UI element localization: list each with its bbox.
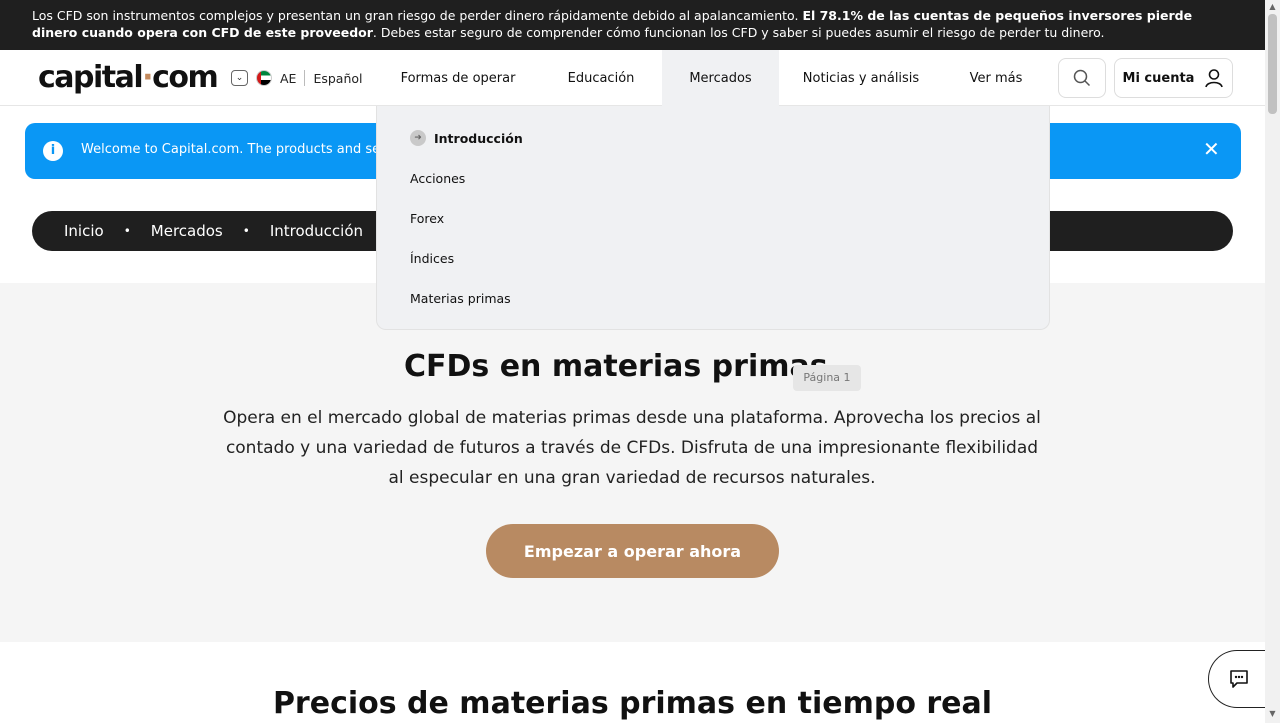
dropdown-item-introduccion[interactable]: ➜ Introducción <box>410 130 523 146</box>
mercados-dropdown-menu: ➜ Introducción Acciones Forex Índices Ma… <box>376 106 1050 330</box>
dropdown-item-forex[interactable]: Forex <box>410 211 444 226</box>
logo-text: capital <box>38 60 144 95</box>
account-button[interactable]: Mi cuenta <box>1114 58 1233 98</box>
breadcrumb-separator: • <box>242 224 250 238</box>
section-title: Precios de materias primas en tiempo rea… <box>272 686 993 721</box>
chat-icon <box>1229 670 1248 688</box>
scroll-down-icon[interactable]: ▼ <box>1268 709 1277 718</box>
logo-dot: · <box>142 60 153 95</box>
chevron-down-icon[interactable]: ⌄ <box>231 70 248 86</box>
site-header: capital·com ⌄ AE Español Formas de opera… <box>0 50 1265 106</box>
dropdown-item-materias-primas[interactable]: Materias primas <box>410 291 511 306</box>
language-label[interactable]: Español <box>313 71 362 86</box>
nav-noticias[interactable]: Noticias y análisis <box>800 50 922 106</box>
risk-warning-text-end: . Debes estar seguro de comprender cómo … <box>372 25 1105 40</box>
breadcrumb-introduccion[interactable]: Introducción <box>270 222 363 240</box>
page-badge: Página 1 <box>793 365 861 391</box>
capital-logo[interactable]: capital·com <box>38 60 219 95</box>
search-button[interactable] <box>1058 58 1106 98</box>
hero-section: CFDs en materias primas Página 1 Opera e… <box>0 283 1265 642</box>
region-code: AE <box>280 70 297 86</box>
arrow-right-icon: ➜ <box>410 130 426 146</box>
page-title: CFDs en materias primas <box>404 349 828 384</box>
chat-button[interactable] <box>1208 650 1268 708</box>
hero-description: Opera en el mercado global de materias p… <box>223 408 1041 488</box>
divider <box>304 70 306 86</box>
breadcrumb-inicio[interactable]: Inicio <box>64 222 104 240</box>
notice-text: Welcome to Capital.com. The products and… <box>81 142 404 157</box>
search-icon <box>1073 69 1091 87</box>
nav-educacion[interactable]: Educación <box>560 50 642 106</box>
dropdown-item-label: Introducción <box>434 130 523 146</box>
nav-formas-de-operar[interactable]: Formas de operar <box>396 50 520 106</box>
scrollbar-thumb[interactable] <box>1268 14 1277 114</box>
account-label: Mi cuenta <box>1122 70 1195 86</box>
page-scrollbar[interactable]: ▲ ▼ <box>1265 0 1280 723</box>
uae-flag-icon <box>256 70 272 86</box>
close-icon[interactable]: ✕ <box>1203 137 1220 161</box>
dropdown-item-indices[interactable]: Índices <box>410 251 454 266</box>
nav-mercados[interactable]: Mercados <box>662 50 779 106</box>
risk-warning-text: Los CFD son instrumentos complejos y pre… <box>32 8 803 23</box>
scroll-up-icon[interactable]: ▲ <box>1268 2 1277 11</box>
start-trading-button[interactable]: Empezar a operar ahora <box>486 524 779 578</box>
breadcrumb-separator: • <box>123 224 131 238</box>
nav-ver-mas[interactable]: Ver más <box>962 50 1030 106</box>
region-selector[interactable]: ⌄ AE Español <box>231 70 363 86</box>
user-icon <box>1205 69 1224 88</box>
dropdown-item-acciones[interactable]: Acciones <box>410 171 465 186</box>
info-icon: i <box>43 141 63 161</box>
breadcrumb-mercados[interactable]: Mercados <box>151 222 223 240</box>
risk-warning-banner: Los CFD son instrumentos complejos y pre… <box>0 0 1265 50</box>
logo-text-end: com <box>152 60 219 95</box>
